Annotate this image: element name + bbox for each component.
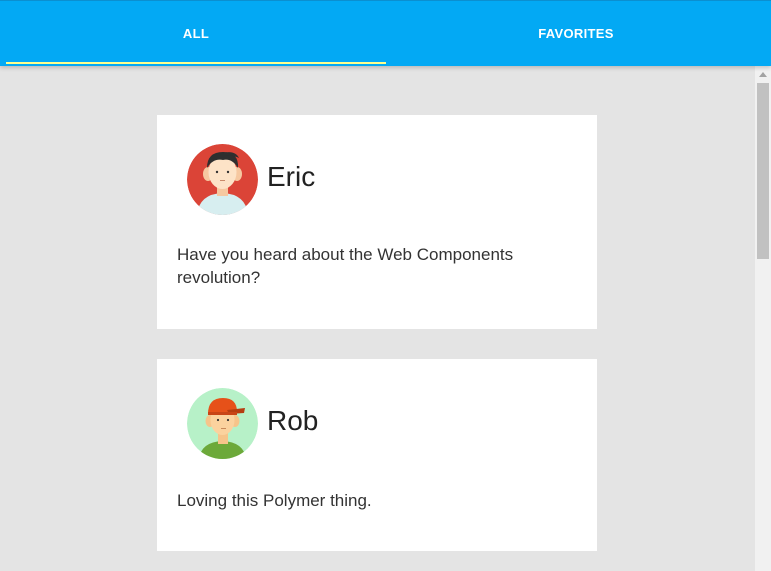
tab-all-label: ALL [182, 26, 210, 41]
scrollbar-thumb[interactable] [757, 83, 769, 259]
eric-avatar-icon [187, 144, 258, 215]
post-message: Have you heard about the Web Components … [177, 245, 514, 287]
post-card: Rob Loving this Polymer thing. [157, 359, 597, 551]
post-message: Loving this Polymer thing. [177, 491, 372, 510]
vertical-scrollbar[interactable] [755, 66, 771, 571]
toolbar-top-border [0, 0, 771, 1]
post-author-name: Eric [267, 161, 316, 192]
scroll-up-arrow-icon[interactable] [755, 66, 771, 82]
post-list: Eric Have you heard about the Web Compon… [0, 66, 755, 571]
tab-favorites-label: FAVORITES [538, 26, 614, 41]
top-toolbar: ALL FAVORITES [0, 0, 771, 66]
rob-avatar-icon [187, 388, 258, 459]
tab-favorites[interactable]: FAVORITES [386, 2, 766, 65]
post-card: Eric Have you heard about the Web Compon… [157, 115, 597, 329]
selected-tab-indicator [6, 62, 386, 64]
post-author-name: Rob [267, 405, 319, 436]
tab-all[interactable]: ALL [6, 2, 386, 65]
